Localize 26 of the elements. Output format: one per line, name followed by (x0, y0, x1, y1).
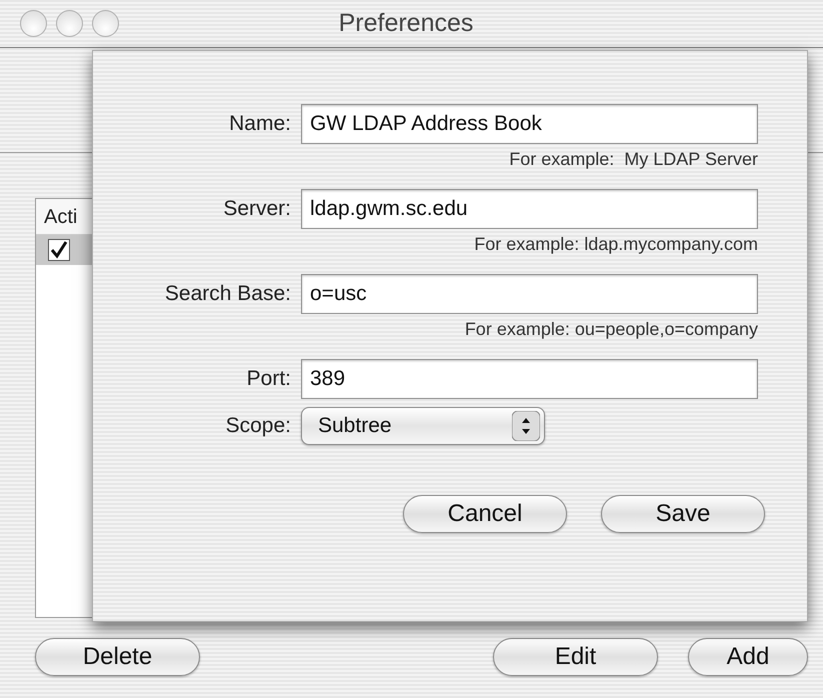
field-label: Port: (246, 366, 292, 392)
field-label: Server: (222, 196, 292, 222)
window-control-icon[interactable] (56, 10, 83, 37)
window-control-icon[interactable] (20, 10, 47, 37)
up-down-arrows-icon (512, 411, 540, 441)
aqua-button[interactable]: Cancel (403, 495, 567, 533)
text-field[interactable]: 389 (301, 359, 758, 399)
column-header[interactable]: Acti (36, 202, 86, 232)
checkbox[interactable] (48, 239, 70, 261)
scope-popup[interactable]: Subtree (301, 407, 545, 445)
text-field[interactable]: ldap.gwm.sc.edu (301, 189, 758, 229)
aqua-button[interactable]: Delete (35, 638, 200, 676)
aqua-button[interactable]: Add (688, 638, 808, 676)
example-hint: For example: ou=people,o=company (464, 318, 758, 341)
field-label: Name: (228, 111, 292, 138)
aqua-button[interactable]: Edit (493, 638, 658, 676)
checkmark-icon (50, 241, 68, 259)
window-control-icon[interactable] (92, 10, 119, 37)
example-hint: For example: My LDAP Server (508, 148, 758, 171)
field-label: Scope: (224, 413, 292, 440)
aqua-button[interactable]: Save (601, 495, 765, 533)
text-field[interactable]: GW LDAP Address Book (301, 104, 758, 144)
example-hint: For example: ldap.mycompany.com (473, 233, 758, 256)
window-title: Preferences (338, 8, 474, 39)
text-field[interactable]: o=usc (301, 274, 758, 314)
field-label: Search Base: (164, 281, 292, 308)
